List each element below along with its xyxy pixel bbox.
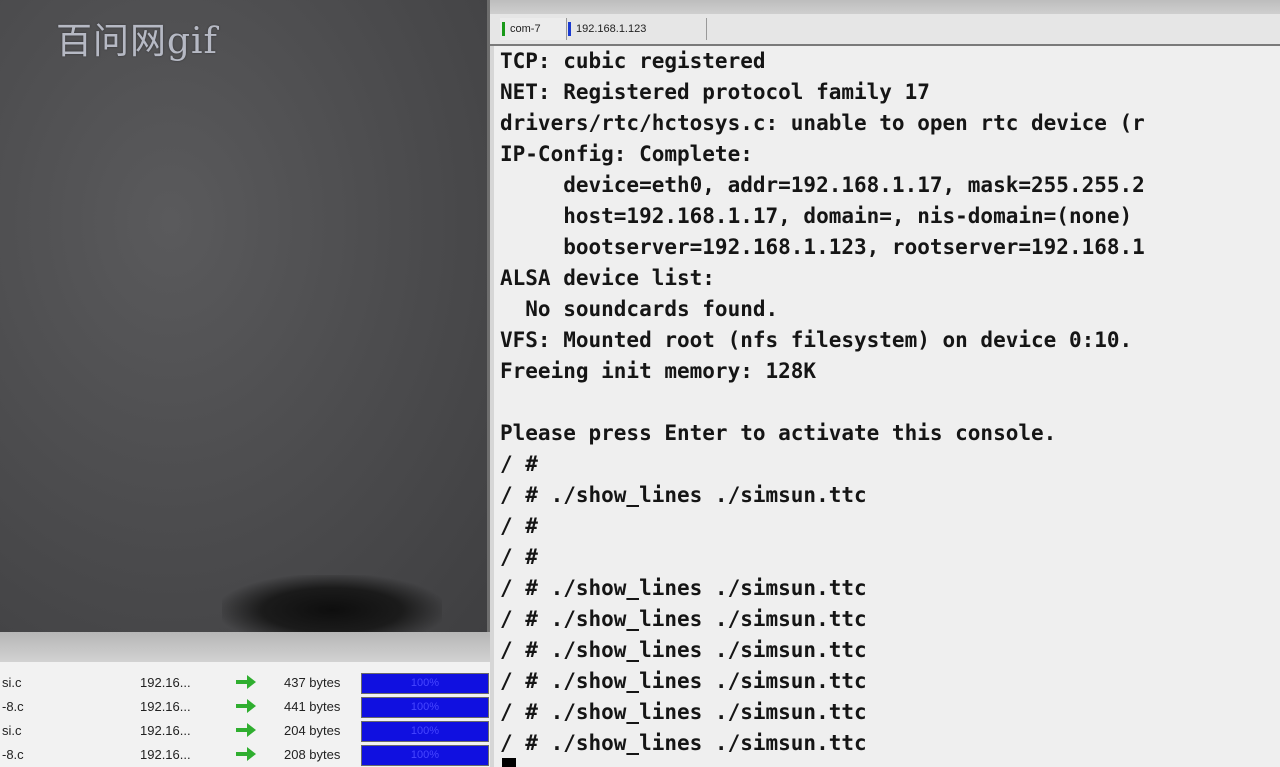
transfer-host: 192.16... — [140, 723, 191, 738]
transfer-host: 192.16... — [140, 699, 191, 714]
terminal-line: / # — [500, 545, 538, 569]
terminal-line: Freeing init memory: 128K — [500, 359, 817, 383]
terminal-line: / # ./show_lines ./simsun.ttc — [500, 638, 867, 662]
transfer-progress: 100% — [361, 745, 489, 766]
terminal-line: drivers/rtc/hctosys.c: unable to open rt… — [500, 111, 1145, 135]
tab-status-icon — [568, 22, 571, 36]
camera-shadow — [222, 575, 442, 632]
terminal-line: NET: Registered protocol family 17 — [500, 80, 930, 104]
device-lcd-frame: 百问网gif — [0, 0, 490, 632]
transfer-row[interactable]: -8.c 192.16... 441 bytes 100% — [0, 695, 490, 719]
terminal-line: No soundcards found. — [500, 297, 779, 321]
terminal-tab-bar: com-7 192.168.1.123 — [490, 14, 1280, 46]
terminal-line: / # — [500, 452, 538, 476]
terminal-line: / # ./show_lines ./simsun.ttc — [500, 700, 867, 724]
terminal-line: / # ./show_lines ./simsun.ttc — [500, 483, 867, 507]
terminal-line: bootserver=192.168.1.123, rootserver=192… — [500, 235, 1145, 259]
transfer-size: 208 bytes — [284, 747, 341, 762]
device-lcd-screen: 百问网gif — [0, 0, 487, 632]
tab-status-icon — [502, 22, 505, 36]
transfer-progress-label: 100% — [410, 677, 440, 689]
transfer-host: 192.16... — [140, 675, 191, 690]
transfer-file: si.c — [2, 723, 22, 738]
terminal-cursor — [502, 758, 516, 767]
terminal-output[interactable]: TCP: cubic registered NET: Registered pro… — [494, 46, 1280, 767]
terminal-line: / # ./show_lines ./simsun.ttc — [500, 576, 867, 600]
tab-telnet-host[interactable]: 192.168.1.123 — [566, 18, 707, 40]
terminal-line: ALSA device list: — [500, 266, 715, 290]
terminal-line: / # ./show_lines ./simsun.ttc — [500, 731, 867, 755]
transfer-row[interactable]: -8.c 192.16... 208 bytes 100% — [0, 743, 490, 767]
terminal-line: host=192.168.1.17, domain=, nis-domain=(… — [500, 204, 1133, 228]
transfer-progress-label: 100% — [410, 725, 440, 737]
transfer-row[interactable]: si.c 192.16... 437 bytes 100% — [0, 671, 490, 695]
terminal-line: device=eth0, addr=192.168.1.17, mask=255… — [500, 173, 1145, 197]
arrow-right-icon — [234, 697, 258, 718]
transfer-progress: 100% — [361, 697, 489, 718]
arrow-right-icon — [234, 721, 258, 742]
device-bezel — [0, 632, 490, 662]
transfer-progress: 100% — [361, 673, 489, 694]
transfer-size: 441 bytes — [284, 699, 341, 714]
transfer-progress: 100% — [361, 721, 489, 742]
tab-label: 192.168.1.123 — [576, 23, 647, 35]
transfer-row[interactable]: si.c 192.16... 204 bytes 100% — [0, 719, 490, 743]
terminal-line: / # ./show_lines ./simsun.ttc — [500, 607, 867, 631]
transfer-host: 192.16... — [140, 747, 191, 762]
arrow-right-icon — [234, 745, 258, 766]
transfer-size: 437 bytes — [284, 675, 341, 690]
terminal-line: Please press Enter to activate this cons… — [500, 421, 1057, 445]
terminal-window: com-7 192.168.1.123 TCP: cubic registere… — [490, 0, 1280, 767]
tab-com7[interactable]: com-7 — [500, 18, 567, 40]
transfer-progress-label: 100% — [410, 749, 440, 761]
transfer-size: 204 bytes — [284, 723, 341, 738]
watermark-text: 百问网gif — [56, 21, 218, 62]
tab-label: com-7 — [510, 23, 541, 35]
arrow-right-icon — [234, 673, 258, 694]
transfer-file: -8.c — [2, 747, 24, 762]
transfer-file: si.c — [2, 675, 22, 690]
terminal-line: IP-Config: Complete: — [500, 142, 753, 166]
transfer-progress-label: 100% — [410, 701, 440, 713]
terminal-line: / # — [500, 514, 538, 538]
transfer-file: -8.c — [2, 699, 24, 714]
terminal-line: / # ./show_lines ./simsun.ttc — [500, 669, 867, 693]
transfer-queue: si.c 192.16... 437 bytes 100% -8.c 192.1… — [0, 662, 490, 767]
terminal-line: VFS: Mounted root (nfs filesystem) on de… — [500, 328, 1133, 352]
terminal-toolbar — [490, 0, 1280, 14]
terminal-line: TCP: cubic registered — [500, 49, 766, 73]
